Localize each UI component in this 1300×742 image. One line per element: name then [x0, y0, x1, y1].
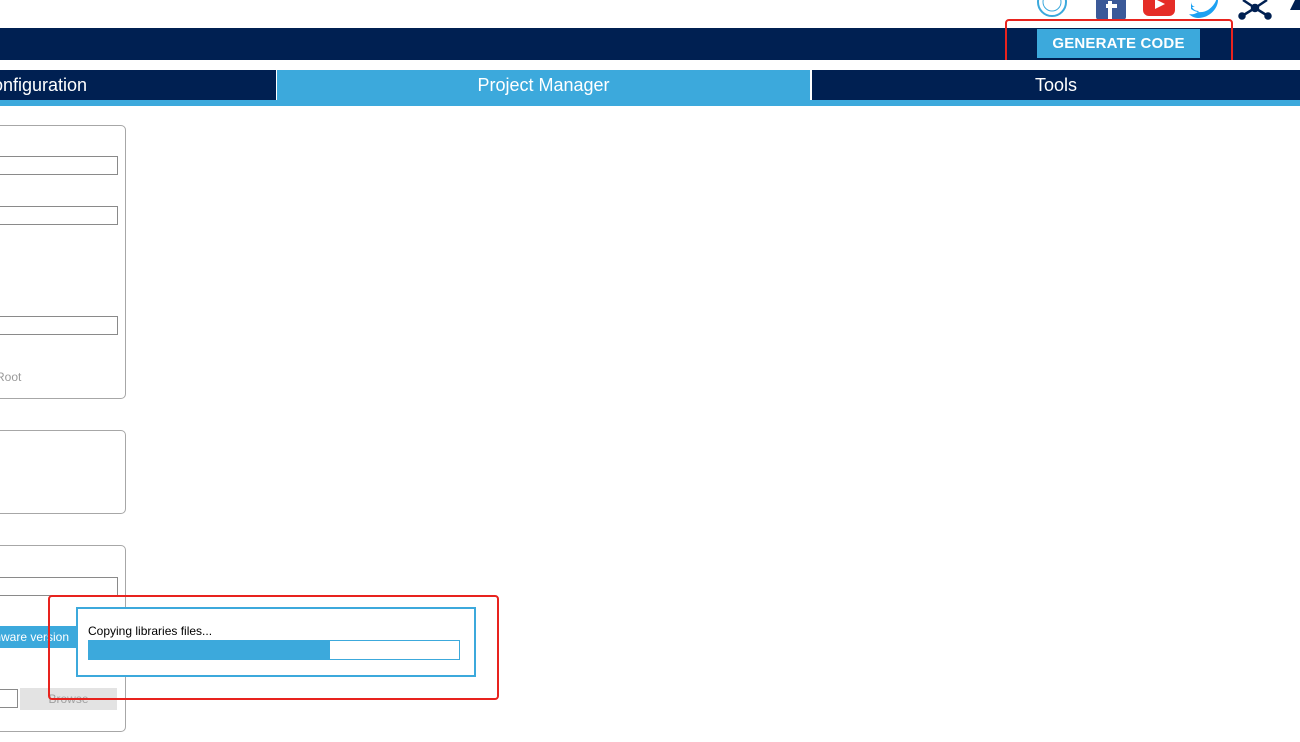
- st-arrow-icon: [1290, 0, 1300, 10]
- tab-clock-configuration[interactable]: onfiguration: [0, 70, 276, 100]
- toolchain-folder-field[interactable]: [0, 316, 118, 335]
- tab-label: Project Manager: [477, 75, 610, 95]
- project-location-field[interactable]: [0, 206, 118, 225]
- application-structure-panel: [0, 430, 126, 514]
- tab-underline: [0, 100, 1300, 106]
- st-logo-icon[interactable]: [1036, 0, 1068, 20]
- root-label: Root: [0, 370, 22, 384]
- highlight-box: [48, 595, 499, 700]
- youtube-icon[interactable]: [1141, 0, 1177, 20]
- tab-tools[interactable]: Tools: [812, 70, 1300, 100]
- firmware-package-field[interactable]: [0, 577, 118, 596]
- tab-label: onfiguration: [0, 75, 88, 95]
- firmware-path-field[interactable]: [0, 689, 18, 708]
- project-name-field[interactable]: [0, 156, 118, 175]
- tab-label: Tools: [1034, 75, 1078, 95]
- network-icon[interactable]: [1237, 0, 1273, 22]
- tab-project-manager[interactable]: Project Manager: [277, 70, 810, 100]
- facebook-icon[interactable]: [1094, 0, 1128, 20]
